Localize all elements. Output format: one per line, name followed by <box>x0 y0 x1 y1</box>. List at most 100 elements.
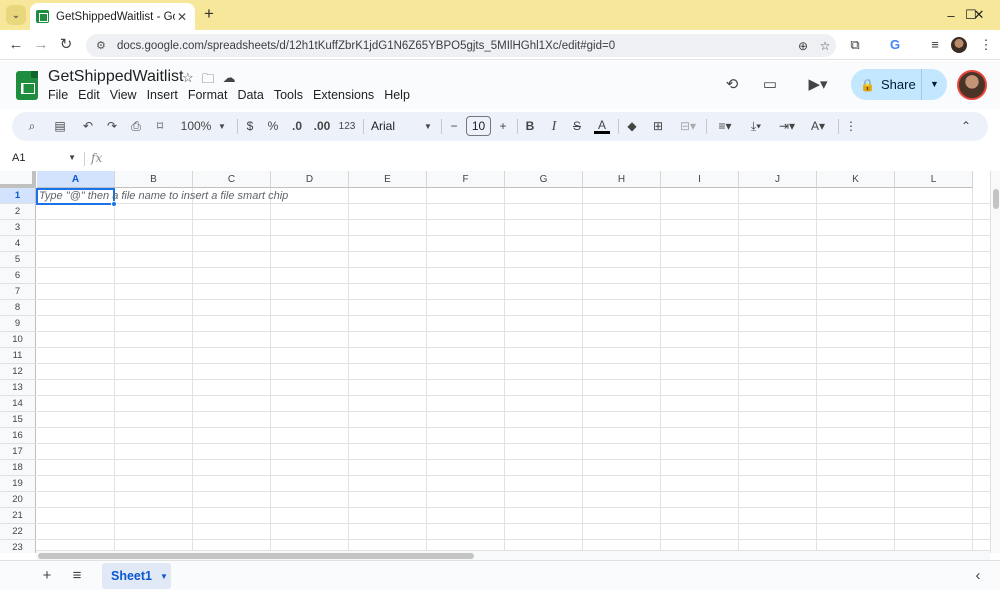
sheets-logo-icon[interactable] <box>16 71 38 100</box>
row-header-15[interactable]: 15 <box>0 412 36 428</box>
more-options-icon[interactable]: ⋮ <box>844 117 858 136</box>
increase-font-size-button[interactable]: + <box>496 117 510 136</box>
borders-icon[interactable]: ⊞ <box>650 117 666 136</box>
horizontal-scrollbar[interactable] <box>36 550 990 560</box>
menu-tools[interactable]: Tools <box>274 88 303 102</box>
menu-data[interactable]: Data <box>237 88 263 102</box>
spreadsheet-grid[interactable]: ABCDEFGHIJKL 1 2 3 4 5 6 7 8 9 10 11 12 13 14 15 16 17 18… <box>0 171 990 553</box>
explore-collapse-icon[interactable]: ‹ <box>969 567 987 585</box>
decrease-decimal-button[interactable]: .0 <box>288 117 306 136</box>
format-currency-button[interactable]: $ <box>243 117 257 136</box>
row-header-16[interactable]: 16 <box>0 428 36 444</box>
share-dropdown-icon[interactable]: ▼ <box>921 69 947 100</box>
menu-insert[interactable]: Insert <box>147 88 178 102</box>
menu-view[interactable]: View <box>110 88 137 102</box>
increase-decimal-button[interactable]: .00 <box>312 117 332 136</box>
name-box[interactable]: A1 ▼ <box>12 152 76 164</box>
strikethrough-button[interactable]: S <box>570 117 584 136</box>
text-wrapping-icon[interactable]: ⇥▾ <box>774 117 800 136</box>
row-header-2[interactable]: 2 <box>0 204 36 220</box>
account-avatar[interactable] <box>957 70 987 100</box>
all-sheets-icon[interactable]: ≡ <box>68 567 86 585</box>
text-color-button[interactable]: A <box>594 117 610 134</box>
menu-extensions[interactable]: Extensions <box>313 88 374 102</box>
collapse-menu-icon[interactable]: ⌃ <box>958 117 974 136</box>
new-tab-button[interactable]: + <box>200 5 218 24</box>
site-info-icon[interactable]: ⚙ <box>96 39 110 52</box>
reload-icon[interactable]: ↻ <box>56 35 76 55</box>
browser-menu-icon[interactable]: ⋮ <box>976 35 996 55</box>
extensions-puzzle-icon[interactable]: ⧉ <box>845 35 865 55</box>
menu-help[interactable]: Help <box>384 88 410 102</box>
omnibox[interactable]: ⚙ docs.google.com/spreadsheets/d/12h1tKu… <box>86 34 836 57</box>
tab-search-button[interactable]: ⌄ <box>6 5 26 25</box>
row-header-3[interactable]: 3 <box>0 220 36 236</box>
row-header-20[interactable]: 20 <box>0 492 36 508</box>
select-all-corner[interactable] <box>0 171 36 188</box>
merge-cells-icon[interactable]: ⊟▾ <box>674 117 702 136</box>
tasks-icon[interactable]: ▤ <box>52 117 68 136</box>
version-history-icon[interactable]: ⟲ <box>721 74 743 96</box>
add-sheet-icon[interactable]: + <box>38 567 56 585</box>
share-button[interactable]: 🔒 Share ▼ <box>851 69 947 100</box>
column-header-i[interactable]: I <box>661 171 739 188</box>
row-header-10[interactable]: 10 <box>0 332 36 348</box>
search-menus-icon[interactable]: ⌕ <box>24 117 40 136</box>
font-dropdown-icon[interactable]: ▼ <box>421 117 435 136</box>
row-header-7[interactable]: 7 <box>0 284 36 300</box>
row-header-1[interactable]: 1 <box>0 188 36 204</box>
row-header-23[interactable]: 23 <box>0 540 36 553</box>
row-header-11[interactable]: 11 <box>0 348 36 364</box>
fill-color-icon[interactable]: ◆ <box>624 117 640 136</box>
column-header-h[interactable]: H <box>583 171 661 188</box>
menu-format[interactable]: Format <box>188 88 228 102</box>
forward-arrow-icon[interactable]: → <box>31 35 51 55</box>
redo-icon[interactable]: ↷ <box>104 117 120 136</box>
row-header-17[interactable]: 17 <box>0 444 36 460</box>
row-header-13[interactable]: 13 <box>0 380 36 396</box>
menu-file[interactable]: File <box>48 88 68 102</box>
zoom-dropdown-icon[interactable]: ▼ <box>215 117 229 136</box>
document-title[interactable]: GetShippedWaitlist <box>48 68 183 86</box>
name-box-dropdown-icon[interactable]: ▼ <box>68 153 76 162</box>
horizontal-scroll-thumb[interactable] <box>38 553 474 559</box>
row-header-12[interactable]: 12 <box>0 364 36 380</box>
column-header-e[interactable]: E <box>349 171 427 188</box>
zoom-icon[interactable]: ⊕ <box>792 39 814 53</box>
column-header-f[interactable]: F <box>427 171 505 188</box>
sheet-tab-dropdown-icon[interactable]: ▼ <box>160 572 168 581</box>
zoom-select[interactable]: 100% <box>177 117 215 136</box>
vertical-scroll-thumb[interactable] <box>993 189 999 209</box>
column-header-l[interactable]: L <box>895 171 973 188</box>
google-g-icon[interactable]: G <box>885 35 905 55</box>
format-percent-button[interactable]: % <box>266 117 280 136</box>
paint-format-icon[interactable]: ⌑ <box>152 117 168 136</box>
row-header-9[interactable]: 9 <box>0 316 36 332</box>
row-header-22[interactable]: 22 <box>0 524 36 540</box>
column-header-c[interactable]: C <box>193 171 271 188</box>
row-header-14[interactable]: 14 <box>0 396 36 412</box>
browser-tab-active[interactable]: GetShippedWaitlist - Google Sh ✕ <box>30 3 195 30</box>
vertical-scrollbar[interactable] <box>990 171 1000 553</box>
row-header-18[interactable]: 18 <box>0 460 36 476</box>
row-header-4[interactable]: 4 <box>0 236 36 252</box>
column-header-d[interactable]: D <box>271 171 349 188</box>
more-formats-button[interactable]: 123 <box>336 117 358 136</box>
column-header-a[interactable]: A <box>37 171 115 188</box>
column-header-b[interactable]: B <box>115 171 193 188</box>
bold-button[interactable]: B <box>523 117 537 136</box>
cells-area[interactable] <box>37 188 990 553</box>
column-header-g[interactable]: G <box>505 171 583 188</box>
media-controls-icon[interactable]: ≡ <box>925 35 945 55</box>
row-header-5[interactable]: 5 <box>0 252 36 268</box>
row-header-6[interactable]: 6 <box>0 268 36 284</box>
menu-edit[interactable]: Edit <box>78 88 100 102</box>
vertical-align-icon[interactable]: ⤓▾ <box>743 117 769 136</box>
decrease-font-size-button[interactable]: − <box>447 117 461 136</box>
column-header-k[interactable]: K <box>817 171 895 188</box>
meet-video-icon[interactable]: ▶▾ <box>800 74 836 96</box>
row-header-8[interactable]: 8 <box>0 300 36 316</box>
row-header-21[interactable]: 21 <box>0 508 36 524</box>
url-text[interactable]: docs.google.com/spreadsheets/d/12h1tKuff… <box>117 40 792 52</box>
undo-icon[interactable]: ↶ <box>80 117 96 136</box>
